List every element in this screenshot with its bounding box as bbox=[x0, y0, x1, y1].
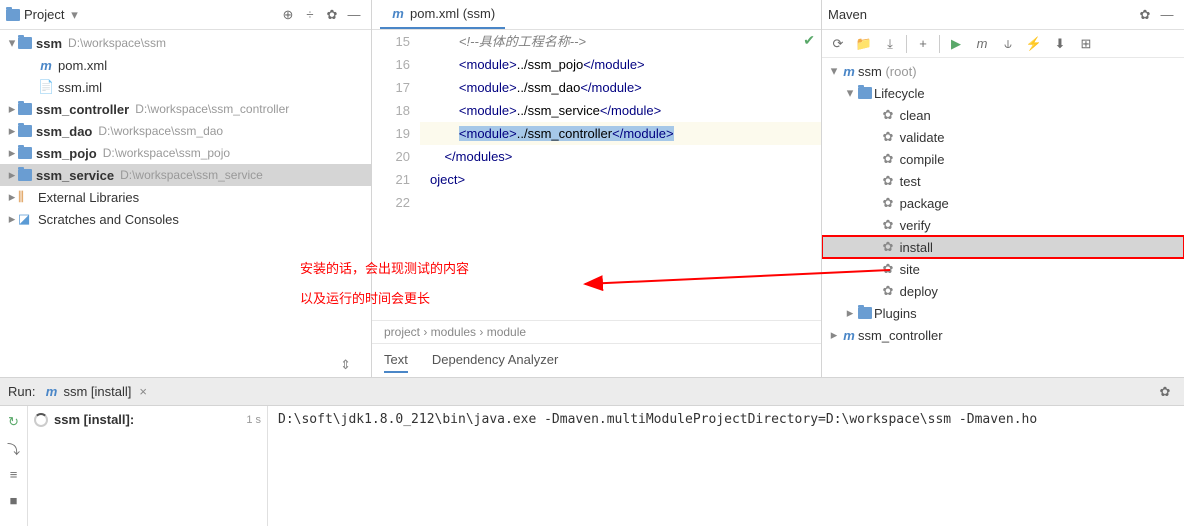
lifecycle-site[interactable]: ✿ site bbox=[822, 258, 1184, 280]
project-tree: ▾ ssm D:\workspace\ssm m pom.xml 📄 ssm.i… bbox=[0, 30, 371, 377]
add-icon[interactable]: + bbox=[911, 33, 935, 55]
tree-module[interactable]: ▸ ssm_dao D:\workspace\ssm_dao bbox=[0, 120, 371, 142]
gear-icon: ✿ bbox=[880, 151, 896, 167]
run-task-row[interactable]: ssm [install]: 1 s bbox=[34, 412, 261, 427]
collapse-icon[interactable]: ÷ bbox=[299, 4, 321, 26]
file-icon: 📄 bbox=[38, 79, 54, 95]
project-header: Project ▾ ⊕ ÷ ✿ — bbox=[0, 0, 371, 30]
tree-module-selected[interactable]: ▸ ssm_service D:\workspace\ssm_service bbox=[0, 164, 371, 186]
tree-module[interactable]: ▸ ssm_controller D:\workspace\ssm_contro… bbox=[0, 98, 371, 120]
maven-tree: ▾ m ssm (root) ▾ Lifecycle ✿ clean ✿ val… bbox=[822, 58, 1184, 377]
filter-icon[interactable]: ≡ bbox=[4, 464, 24, 484]
run-header: Run: m ssm [install] × ✿ bbox=[0, 378, 1184, 406]
folder-icon bbox=[6, 9, 20, 21]
tab-text[interactable]: Text bbox=[384, 348, 408, 373]
tree-file-iml[interactable]: 📄 ssm.iml bbox=[0, 76, 371, 98]
gear-icon: ✿ bbox=[880, 107, 896, 123]
folder-icon bbox=[18, 37, 32, 49]
maven-icon: m bbox=[38, 58, 54, 73]
gear-icon: ✿ bbox=[880, 173, 896, 189]
offline-icon[interactable]: ⬇ bbox=[1048, 33, 1072, 55]
folder-icon bbox=[18, 169, 32, 181]
editor-panel: m pom.xml (ssm) ✔ 1516171819202122 <!--具… bbox=[372, 0, 822, 377]
tree-scratches[interactable]: ▸ ◪ Scratches and Consoles bbox=[0, 208, 371, 230]
project-title: Project bbox=[24, 7, 64, 22]
folder-icon bbox=[18, 147, 32, 159]
hide-icon[interactable]: — bbox=[343, 4, 365, 26]
lifecycle-test[interactable]: ✿ test bbox=[822, 170, 1184, 192]
folder-icon bbox=[856, 307, 874, 319]
editor-tab[interactable]: m pom.xml (ssm) bbox=[380, 0, 505, 29]
run-panel: Run: m ssm [install] × ✿ ↻ ⤵ ≡ ■ ssm [in… bbox=[0, 377, 1184, 526]
tree-root[interactable]: ▾ ssm D:\workspace\ssm bbox=[0, 32, 371, 54]
lifecycle-compile[interactable]: ✿ compile bbox=[822, 148, 1184, 170]
generate-icon[interactable]: 📁 bbox=[852, 33, 876, 55]
step-icon[interactable]: ⤵ bbox=[4, 438, 24, 458]
target-icon[interactable]: ⊕ bbox=[277, 4, 299, 26]
run-icon[interactable]: ▶ bbox=[944, 33, 968, 55]
settings-icon[interactable]: ✿ bbox=[1154, 381, 1176, 403]
run-output[interactable]: D:\soft\jdk1.8.0_212\bin\java.exe -Dmave… bbox=[268, 406, 1184, 526]
project-panel: Project ▾ ⊕ ÷ ✿ — ▾ ssm D:\workspace\ssm… bbox=[0, 0, 372, 377]
folder-icon bbox=[18, 125, 32, 137]
download-icon[interactable]: ⤓ bbox=[878, 33, 902, 55]
lifecycle-validate[interactable]: ✿ validate bbox=[822, 126, 1184, 148]
breadcrumb[interactable]: project › modules › module bbox=[372, 320, 821, 343]
maven-panel: Maven ✿ — ⟳ 📁 ⤓ + ▶ m ⫝ ⚡ ⬇ ⊞ ▾ m ssm (r… bbox=[822, 0, 1184, 377]
close-icon[interactable]: × bbox=[139, 384, 147, 399]
tab-dependency-analyzer[interactable]: Dependency Analyzer bbox=[432, 348, 558, 373]
lifecycle-deploy[interactable]: ✿ deploy bbox=[822, 280, 1184, 302]
maven-toolbar: ⟳ 📁 ⤓ + ▶ m ⫝ ⚡ ⬇ ⊞ bbox=[822, 30, 1184, 58]
run-tab[interactable]: m ssm [install] × bbox=[43, 384, 147, 399]
maven-root[interactable]: ▾ m ssm (root) bbox=[822, 60, 1184, 82]
reload-icon[interactable]: ⟳ bbox=[826, 33, 850, 55]
settings-icon[interactable]: ✿ bbox=[1134, 4, 1156, 26]
toggle-icon[interactable]: ⫝ bbox=[996, 33, 1020, 55]
maven-icon: m bbox=[840, 64, 858, 79]
tree-external-libs[interactable]: ▸ ⫼ External Libraries bbox=[0, 186, 371, 208]
run-sidebar: ↻ ⤵ ≡ ■ bbox=[0, 406, 28, 526]
library-icon: ⫼ bbox=[18, 189, 34, 205]
hide-icon[interactable]: — bbox=[1156, 4, 1178, 26]
run-tree: ssm [install]: 1 s bbox=[28, 406, 268, 526]
gear-icon: ✿ bbox=[880, 217, 896, 233]
settings-icon[interactable]: ✿ bbox=[321, 4, 343, 26]
maven-header: Maven ✿ — bbox=[822, 0, 1184, 30]
gear-icon: ✿ bbox=[880, 129, 896, 145]
maven-lifecycle[interactable]: ▾ Lifecycle bbox=[822, 82, 1184, 104]
folder-icon bbox=[18, 103, 32, 115]
spinner-icon bbox=[34, 413, 48, 427]
scratch-icon: ◪ bbox=[18, 211, 34, 227]
lifecycle-install[interactable]: ✿ install bbox=[822, 236, 1184, 258]
resize-handle-icon[interactable]: ⇕ bbox=[340, 357, 351, 373]
maven-icon: m bbox=[43, 384, 59, 399]
folder-icon bbox=[856, 87, 874, 99]
gear-icon: ✿ bbox=[880, 195, 896, 211]
dropdown-icon[interactable]: ▾ bbox=[68, 7, 80, 23]
lifecycle-clean[interactable]: ✿ clean bbox=[822, 104, 1184, 126]
run-label: Run: bbox=[8, 384, 35, 399]
maven-title: Maven bbox=[828, 7, 867, 22]
maven-sub-module[interactable]: ▸ m ssm_controller bbox=[822, 324, 1184, 346]
graph-icon[interactable]: ⊞ bbox=[1074, 33, 1098, 55]
gear-icon: ✿ bbox=[880, 239, 896, 255]
tree-file-pom[interactable]: m pom.xml bbox=[0, 54, 371, 76]
gear-icon: ✿ bbox=[880, 283, 896, 299]
code-editor[interactable]: 1516171819202122 <!--具体的工程名称--> <module>… bbox=[372, 30, 821, 320]
editor-tabs: m pom.xml (ssm) bbox=[372, 0, 821, 30]
gear-icon: ✿ bbox=[880, 261, 896, 277]
line-gutter: 1516171819202122 bbox=[372, 30, 420, 320]
lifecycle-verify[interactable]: ✿ verify bbox=[822, 214, 1184, 236]
stop-icon[interactable]: ■ bbox=[4, 490, 24, 510]
maven-plugins[interactable]: ▸ Plugins bbox=[822, 302, 1184, 324]
m-icon[interactable]: m bbox=[970, 33, 994, 55]
tree-module[interactable]: ▸ ssm_pojo D:\workspace\ssm_pojo bbox=[0, 142, 371, 164]
skip-tests-icon[interactable]: ⚡ bbox=[1022, 33, 1046, 55]
editor-bottom-tabs: Text Dependency Analyzer bbox=[372, 343, 821, 377]
maven-icon: m bbox=[840, 328, 858, 343]
rerun-icon[interactable]: ↻ bbox=[4, 412, 24, 432]
maven-icon: m bbox=[390, 6, 406, 21]
lifecycle-package[interactable]: ✿ package bbox=[822, 192, 1184, 214]
